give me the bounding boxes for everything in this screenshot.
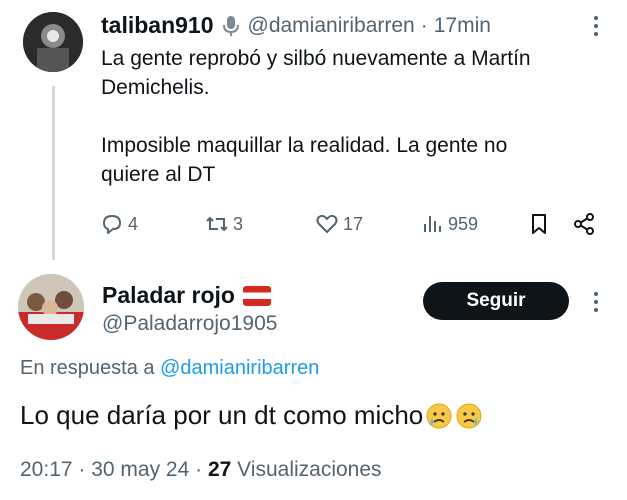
tweet2-author-name[interactable]: Paladar rojo [102,282,235,309]
tweet2-text: Lo que daría por un dt como micho [20,400,483,431]
views-count: 27 [207,458,232,481]
tweet1-time[interactable]: 17min [434,14,491,38]
like-count: 17 [343,213,364,234]
reply-to-link[interactable]: @damianiribarren [160,357,319,379]
more-icon[interactable] [586,290,606,314]
reply-context: En respuesta a @damianiribarren [20,357,319,380]
tweet2-meta: 20:17 · 30 may 24 · 27 Visualizaciones [20,458,382,482]
tweet2-text-content: Lo que daría por un dt como micho [20,400,424,430]
share-button[interactable] [572,212,596,236]
tweet1-actions: 4 3 17 959 [100,212,600,246]
tweet2-header: Paladar rojo [102,282,271,309]
tweet1-header: taliban910 @damianiribarren · 17min [101,12,491,39]
views-icon [424,216,441,232]
retweet-icon [206,216,228,232]
separator: · [78,458,92,481]
reply-prefix: En respuesta a [20,357,155,379]
tweet1-text: La gente reprobó y silbó nuevamente a Ma… [101,47,531,186]
views-count: 959 [448,213,479,234]
like-icon [316,214,338,233]
tweet2-handle[interactable]: @Paladarrojo1905 [102,312,277,336]
separator: · [420,13,428,37]
tweet2-time[interactable]: 20:17 [20,458,73,481]
reply-count: 4 [128,213,139,234]
flag-icon [242,285,271,306]
tweet1-handle[interactable]: @damianiribarren [248,14,415,38]
bookmark-button[interactable] [527,212,551,236]
reply-button[interactable]: 4 [100,212,138,236]
tweet1-author-name[interactable]: taliban910 [101,12,214,39]
separator: · [195,458,208,481]
like-button[interactable]: 17 [315,212,363,236]
tweet2-date[interactable]: 30 may 24 [91,458,189,481]
bookmark-icon [532,214,546,234]
views-button[interactable]: 959 [420,212,478,236]
views-label: Visualizaciones [237,458,382,481]
share-icon [574,213,594,235]
retweet-button[interactable]: 3 [205,212,243,236]
retweet-count: 3 [233,213,244,234]
more-icon[interactable] [586,14,606,38]
reply-icon [103,215,121,234]
microphone-icon [222,15,239,36]
avatar-taliban910[interactable] [23,12,83,72]
follow-button[interactable]: Seguir [423,282,569,320]
avatar-paladar-rojo[interactable] [18,274,84,340]
sad-emoji-icon [456,403,482,428]
thread-line [52,86,55,260]
sad-emoji-icon [426,403,452,428]
